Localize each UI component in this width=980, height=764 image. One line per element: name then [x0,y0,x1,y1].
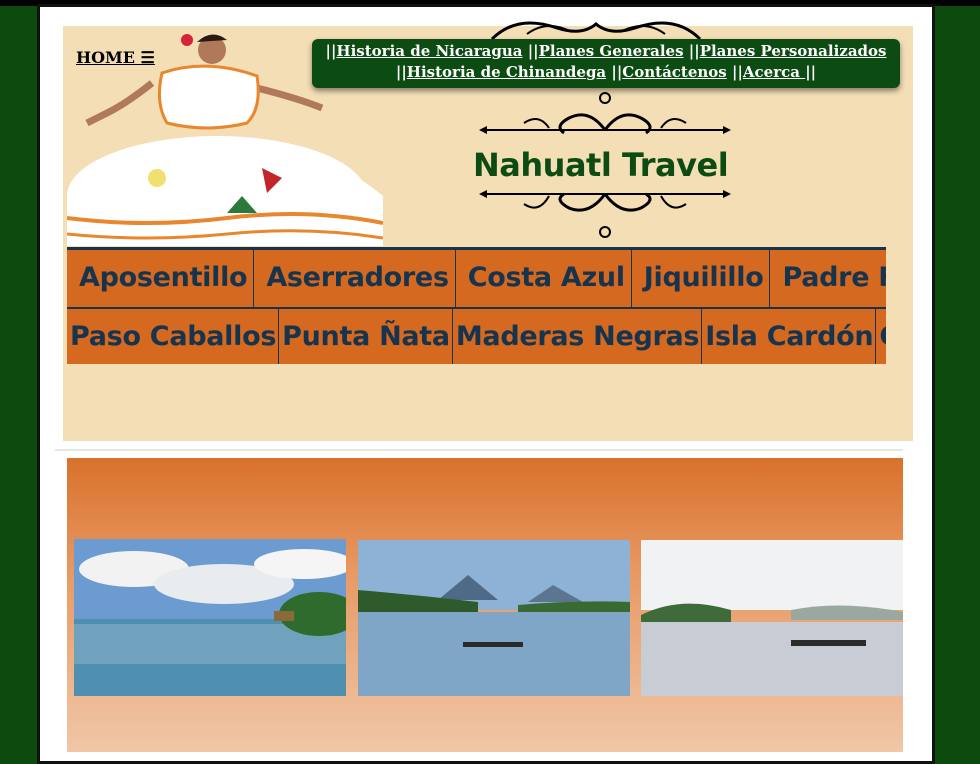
divider [55,449,903,451]
site-header: HOME ☰ ||Historia de Nicaragua ||Planes … [63,21,913,441]
nav-historia-chinandega[interactable]: Historia de Chinandega [407,63,606,81]
gallery-photo-2[interactable] [358,540,630,696]
beach-menu-row-1: Aposentillo Aserradores Costa Azul Jiqui… [67,247,886,307]
scroll-ornament-icon [479,92,731,135]
beach-aserradores[interactable]: Aserradores [254,250,456,307]
nav-historia-nicaragua[interactable]: Historia de Nicaragua [336,42,522,60]
top-navigation: ||Historia de Nicaragua ||Planes General… [312,39,900,88]
beach-maderas-negras[interactable]: Maderas Negras [453,309,703,364]
beach-costa-grande[interactable]: Costa Grande [876,309,886,364]
beach-paso-caballos[interactable]: Paso Caballos [67,309,280,364]
beach-punta-nata[interactable]: Punta Ñata [279,309,453,364]
beach-menu-row-2: Paso Caballos Punta Ñata Maderas Negras … [67,307,886,364]
beach-padre-ramos[interactable]: Padre Ramos [770,250,886,307]
beach-jiquilillo[interactable]: Jiquilillo [632,250,771,307]
nav-contactenos[interactable]: Contáctenos [622,63,726,81]
beach-costa-azul[interactable]: Costa Azul [456,250,632,307]
brand-name: Nahuatl Travel [473,146,729,184]
nav-planes-personalizados[interactable]: Planes Personalizados [700,42,887,60]
beach-aposentillo[interactable]: Aposentillo [67,250,255,307]
gallery-photo-1[interactable] [74,539,346,696]
nav-planes-generales[interactable]: Planes Generales [539,42,684,60]
home-menu-link[interactable]: HOME ☰ [76,48,155,67]
gallery-photo-3[interactable] [641,540,903,696]
nav-acerca[interactable]: Acerca [743,63,805,81]
scroll-ornament-icon [479,190,731,238]
beach-isla-cardon[interactable]: Isla Cardón [702,309,877,364]
photo-gallery [67,458,903,752]
